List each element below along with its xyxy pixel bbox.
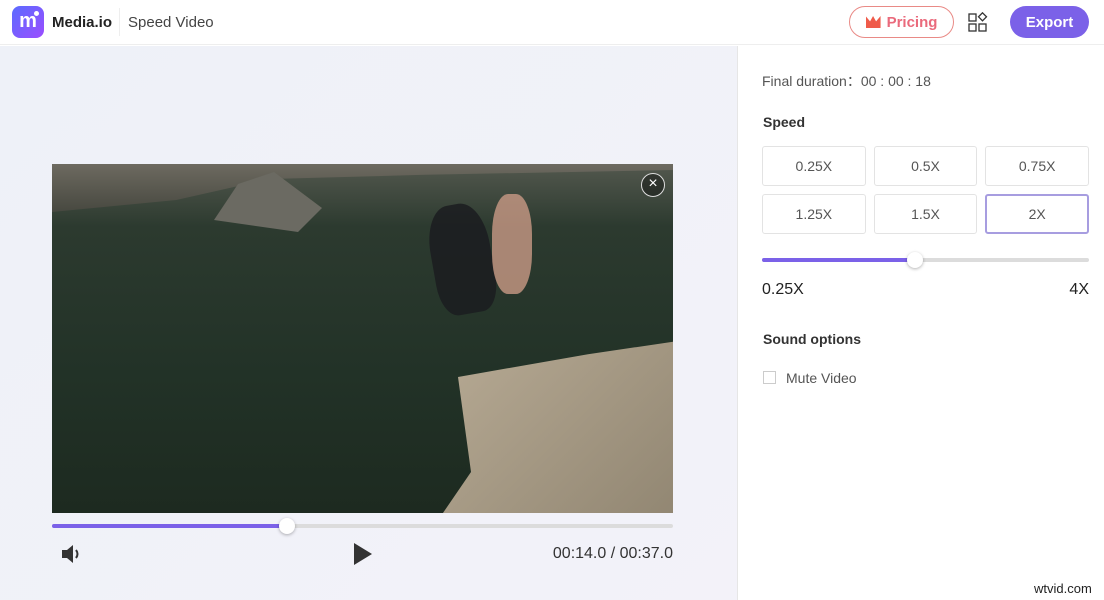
watermark: wtvid.com — [1034, 581, 1092, 596]
speed-slider-handle[interactable] — [907, 252, 923, 268]
final-duration-label: Final duration： — [762, 73, 861, 89]
close-video-icon[interactable]: × — [641, 173, 665, 197]
video-scene-person — [492, 194, 532, 294]
divider — [119, 8, 120, 36]
speed-slider-fill — [762, 258, 915, 262]
brand-name: Media.io — [52, 14, 112, 31]
speed-options: 0.25X 0.5X 0.75X 1.25X 1.5X 2X — [762, 146, 1089, 234]
apps-icon[interactable] — [968, 12, 988, 32]
pricing-button[interactable]: Pricing — [849, 6, 954, 38]
final-duration-value: 00 : 00 : 18 — [861, 73, 931, 89]
page-title: Speed Video — [128, 14, 214, 31]
sound-options-heading: Sound options — [763, 331, 861, 347]
play-icon[interactable] — [354, 543, 372, 565]
speed-option-2x[interactable]: 2X — [985, 194, 1089, 234]
speed-min-label: 0.25X — [762, 281, 804, 299]
pricing-label: Pricing — [887, 14, 938, 31]
speed-max-label: 4X — [1069, 281, 1089, 299]
video-progress-bar[interactable] — [52, 524, 673, 528]
video-scene-rock — [52, 164, 673, 224]
export-button[interactable]: Export — [1010, 6, 1089, 38]
top-bar: m Media.io Speed Video Pricing Export — [0, 0, 1104, 45]
mute-video-checkbox[interactable] — [763, 371, 776, 384]
mute-video-label[interactable]: Mute Video — [786, 370, 857, 386]
progress-fill — [52, 524, 287, 528]
speed-slider[interactable] — [762, 258, 1089, 262]
speed-option-0-75x[interactable]: 0.75X — [985, 146, 1089, 186]
video-scene-person — [423, 200, 501, 319]
final-duration: Final duration：00 : 00 : 18 — [762, 71, 931, 91]
video-preview[interactable]: × — [52, 164, 673, 513]
speed-option-1-5x[interactable]: 1.5X — [874, 194, 978, 234]
time-display: 00:14.0 / 00:37.0 — [553, 545, 673, 563]
video-scene-cliff — [432, 339, 673, 513]
crown-icon — [866, 16, 881, 28]
speed-option-0-5x[interactable]: 0.5X — [874, 146, 978, 186]
speed-option-1-25x[interactable]: 1.25X — [762, 194, 866, 234]
speed-heading: Speed — [763, 114, 805, 130]
volume-icon[interactable] — [61, 544, 85, 564]
media-io-logo[interactable]: m — [12, 6, 44, 38]
progress-handle[interactable] — [279, 518, 295, 534]
speed-option-0-25x[interactable]: 0.25X — [762, 146, 866, 186]
panel-divider — [737, 46, 738, 600]
